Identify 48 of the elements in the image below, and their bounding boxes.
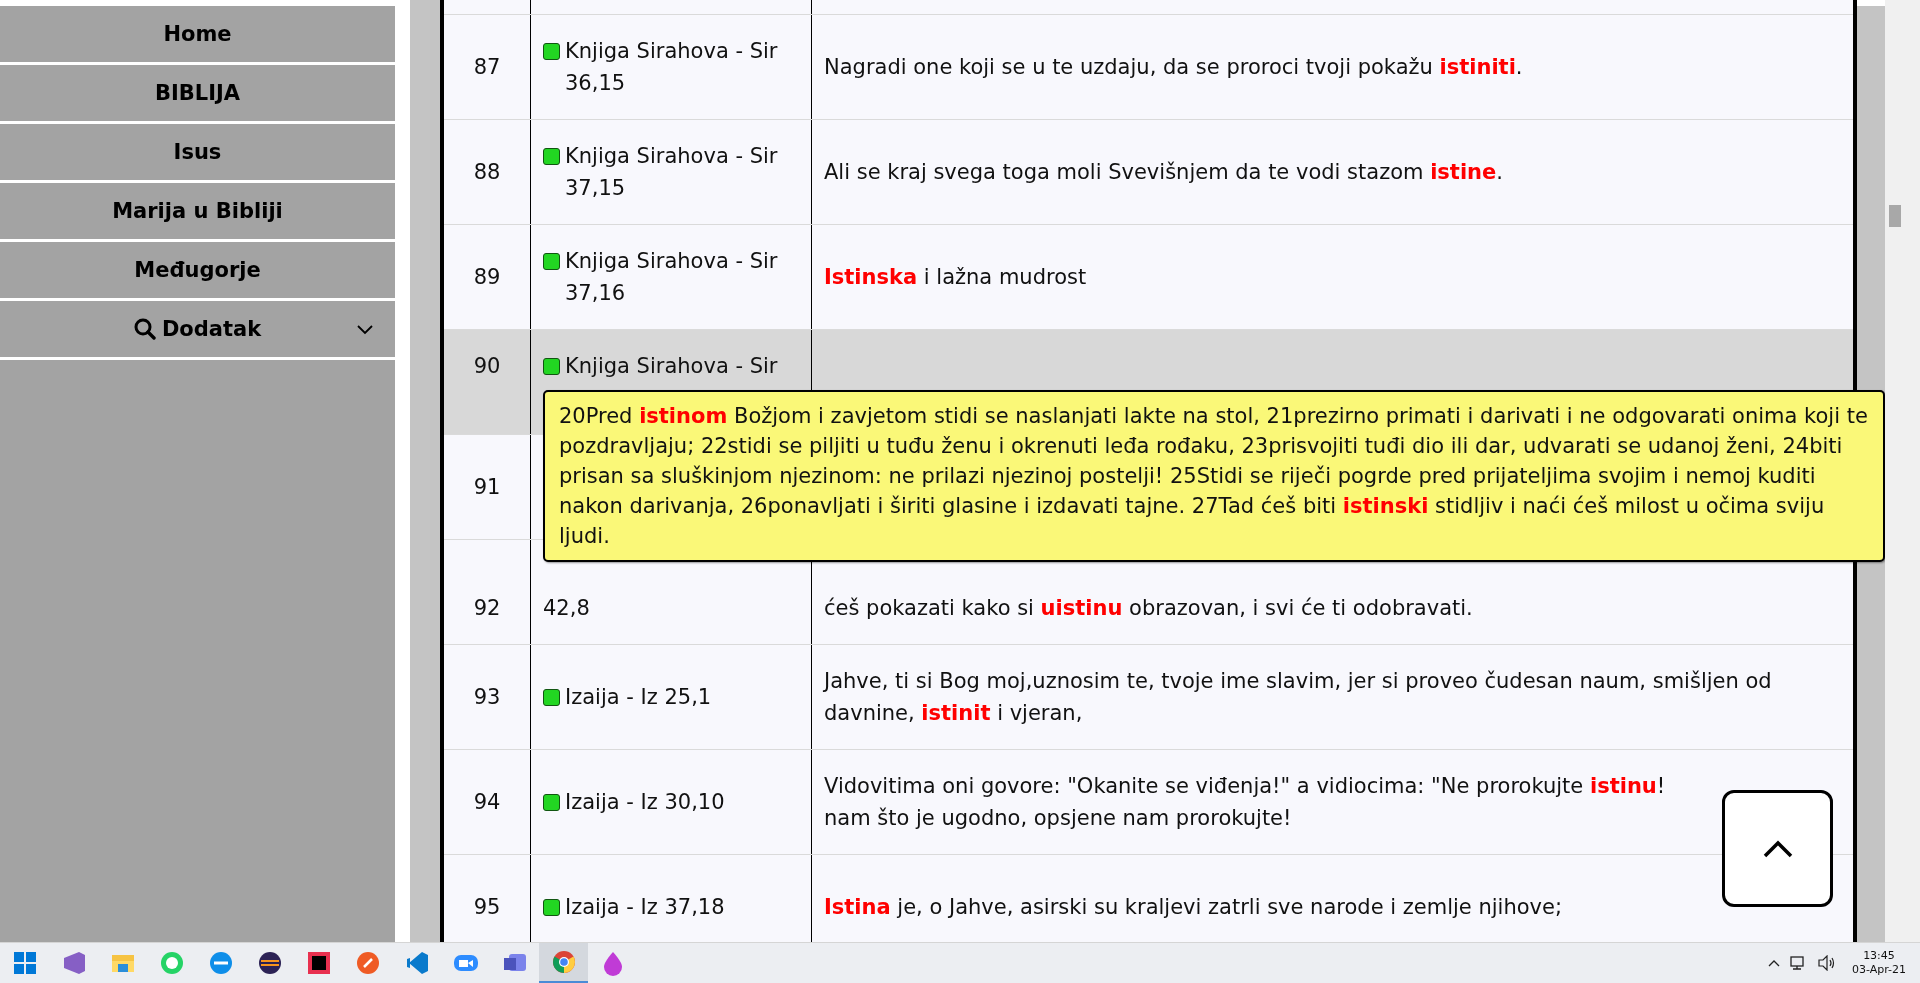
row-number: 89 [473,264,501,291]
browser-icon [550,949,577,975]
striped-circle-icon [256,950,283,976]
row-number: 91 [473,474,501,501]
verse-reference: Izaija - Iz 30,10 [565,789,725,816]
status-square-icon [543,689,560,706]
verse-text: Ali se kraj svega toga moli Svevišnjem da te vodi stazom istine. [824,159,1503,186]
verse-text: ćeš pokazati kako si uistinu obrazovan, i svi će ti odobravati. [824,595,1473,622]
chat-bubble-icon [158,950,185,976]
verse-reference: Izaija - Iz 25,1 [565,684,712,711]
row-number: 87 [473,54,501,81]
chevron-up-icon[interactable] [1767,959,1780,967]
scrollbar-thumb[interactable] [1889,205,1901,227]
search-icon [133,318,156,340]
verse-text: Nagradi one koji se u te uzdaju, da se proroci tvoji pokažu istiniti. [824,54,1523,81]
verse-text: Istina je, o Jahve, asirski su kraljevi zatrli sve narode i zemlje njihove; [824,894,1562,921]
windows-grid-icon [11,950,38,976]
verse-reference: Knjiga Sirahova - Sir 37,16 [565,248,779,307]
status-square-icon [543,358,560,375]
clock-date: 03-Apr-21 [1851,963,1906,978]
row-number: 92 [473,595,501,622]
square-app-icon [305,950,332,976]
tooltip-text: 20Pred istinom Božjom i zavjetom stidi se naslanjati lakte na stol, 21prezirno primati i darivati i ne odgovarati onima koji te pozdravljaju; 22stidi se piljiti u tuđu ženu i okrenuti leđa rođaku, 23prisvojiti tuđi dio ili dar, udvarati se udanoj ženi, 24biti prisan sa sluškinjom njezinom: ne prilazi njezinoj postelji! 25Stidi se riječi pogrde pred prijateljima svojim i nemoj kuditi nakon darivanja, 26ponavljati i širiti glasine i izdavati tajne. 27Tad ćeš biti istinski stidljiv i naći ćeš milost u očima sviju ljudi. [559,404,1868,548]
row-number: 93 [473,684,501,711]
chevron-up-icon [1762,839,1793,858]
status-square-icon [543,43,560,60]
verse-reference: 42,8 [543,595,590,622]
verse-reference: Knjiga Sirahova - Sir [565,353,778,380]
row-number: 88 [473,159,501,186]
status-square-icon [543,253,560,270]
speaker-icon[interactable] [1817,955,1836,971]
verse-reference: Knjiga Sirahova - Sir 36,15 [565,38,779,97]
row-number: 90 [473,353,501,380]
scrollbar[interactable] [1885,0,1920,943]
status-square-icon [543,794,560,811]
clock-time: 13:45 [1863,948,1895,963]
status-square-icon [543,899,560,916]
verse-reference: Knjiga Sirahova - Sir 37,15 [565,143,779,202]
row-number: 95 [473,894,501,921]
scroll-to-top-button[interactable] [1722,790,1833,907]
row-number: 94 [473,789,501,816]
slash-circle-icon [354,950,381,976]
caret-icon [357,325,373,335]
status-square-icon [543,148,560,165]
verse-text: Jahve, ti si Bog moj,uznosim te, tvoje ime slavim, jer si proveo čudesan naum, smišljen od davnine, istinit i vjeran, [824,668,1773,727]
verse-reference: Izaija - Iz 37,18 [565,894,725,921]
verse-text: Vidovitima oni govore: "Okanite se viđenja!" a vidiocima: "Ne prorokujte istinu! nam što je ugodno, opsjene nam prorokujte! [824,773,1666,832]
verse-text: Istinska i lažna mudrost [824,264,1087,291]
